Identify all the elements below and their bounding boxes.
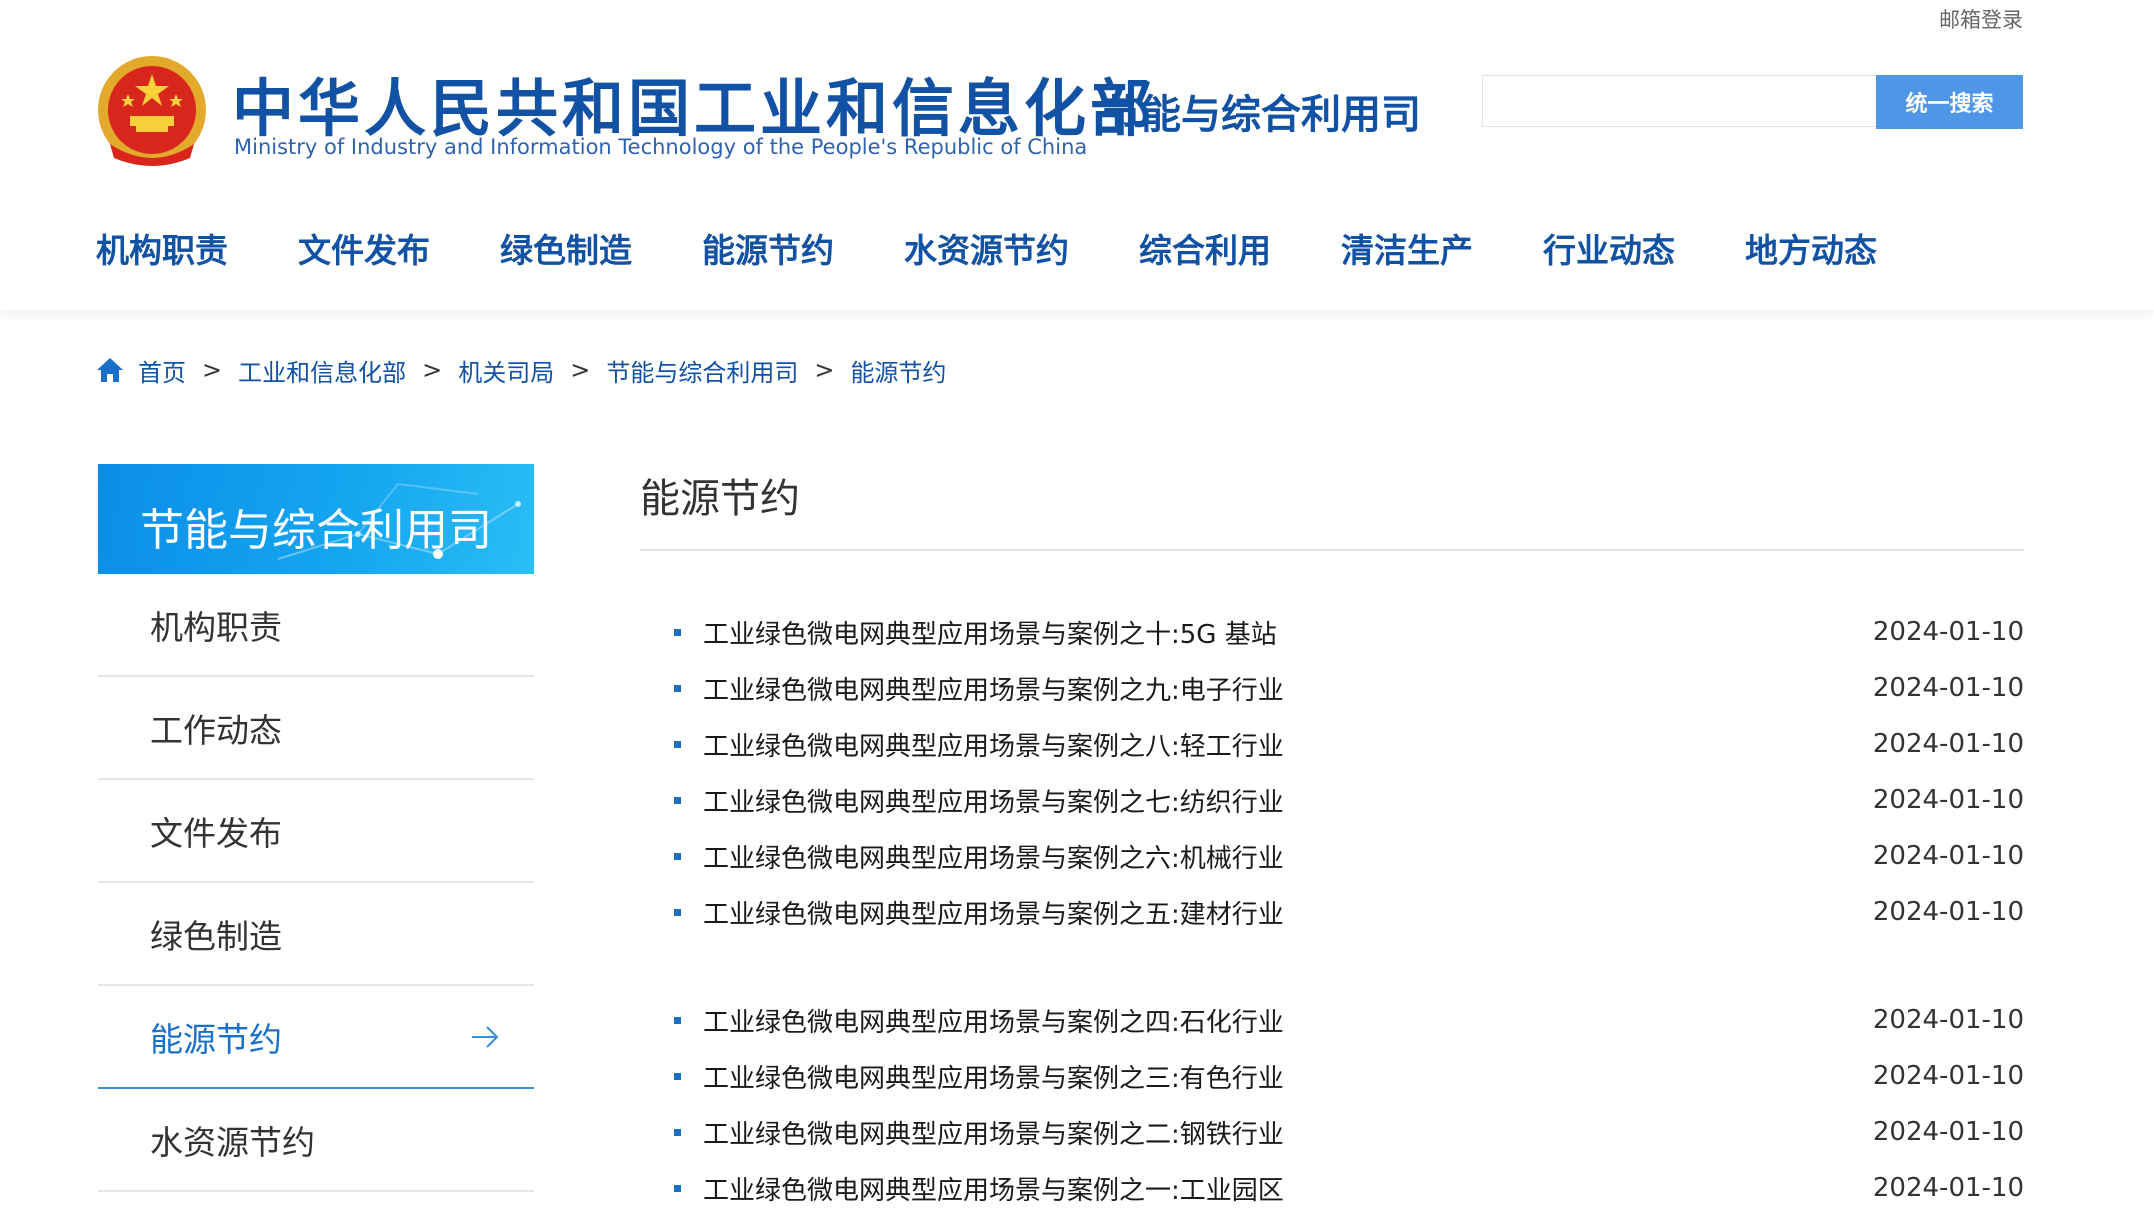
- breadcrumb-departments[interactable]: 机关司局: [458, 353, 554, 388]
- article-title-link[interactable]: 工业绿色微电网典型应用场景与案例之五:建材行业: [703, 894, 1284, 931]
- article-title-link[interactable]: 工业绿色微电网典型应用场景与案例之七:纺织行业: [703, 782, 1284, 819]
- nav-item-clean-production[interactable]: 清洁生产: [1341, 226, 1473, 276]
- list-item[interactable]: 工业绿色微电网典型应用场景与案例之三:有色行业 2024-01-10: [640, 1056, 2024, 1096]
- bullet-icon: [674, 908, 681, 916]
- article-title-link[interactable]: 工业绿色微电网典型应用场景与案例之六:机械行业: [703, 838, 1284, 875]
- article-title-link[interactable]: 工业绿色微电网典型应用场景与案例之二:钢铁行业: [703, 1114, 1284, 1151]
- article-date: 2024-01-10: [1872, 729, 2024, 759]
- national-emblem-icon[interactable]: [96, 54, 208, 170]
- nav-item-energy-saving[interactable]: 能源节约: [702, 226, 834, 276]
- list-item[interactable]: 工业绿色微电网典型应用场景与案例之七:纺织行业 2024-01-10: [640, 780, 2024, 820]
- breadcrumb-ministry[interactable]: 工业和信息化部: [238, 353, 406, 388]
- bullet-icon: [674, 796, 681, 804]
- breadcrumb-separator: >: [814, 356, 835, 384]
- sidebar-item-energy-saving[interactable]: 能源节约: [98, 986, 534, 1089]
- list-item[interactable]: 工业绿色微电网典型应用场景与案例之八:轻工行业 2024-01-10: [640, 724, 2024, 764]
- nav-item-local-news[interactable]: 地方动态: [1745, 226, 1877, 276]
- sidebar-item-label: 工作动态: [150, 710, 282, 750]
- sidebar-item-label: 文件发布: [150, 813, 282, 853]
- sidebar-banner-title: 节能与综合利用司: [140, 505, 492, 556]
- sidebar-item-water-saving[interactable]: 水资源节约: [98, 1089, 534, 1192]
- article-title-link[interactable]: 工业绿色微电网典型应用场景与案例之三:有色行业: [703, 1058, 1284, 1095]
- sidebar-item-work-news[interactable]: 工作动态: [98, 677, 534, 780]
- department-title: 节能与综合利用司: [1101, 92, 1421, 138]
- nav-item-documents[interactable]: 文件发布: [298, 226, 430, 276]
- breadcrumb-current[interactable]: 能源节约: [850, 353, 946, 388]
- bullet-icon: [674, 1016, 681, 1024]
- article-date: 2024-01-10: [1872, 897, 2024, 927]
- nav-item-water-saving[interactable]: 水资源节约: [904, 226, 1069, 276]
- article-title-link[interactable]: 工业绿色微电网典型应用场景与案例之四:石化行业: [703, 1002, 1284, 1039]
- list-item[interactable]: 工业绿色微电网典型应用场景与案例之九:电子行业 2024-01-10: [640, 668, 2024, 708]
- breadcrumb-home[interactable]: 首页: [138, 353, 186, 388]
- sidebar-item-label: 机构职责: [150, 607, 282, 647]
- bullet-icon: [674, 852, 681, 860]
- breadcrumb-separator: >: [570, 356, 591, 384]
- breadcrumb-separator: >: [422, 356, 443, 384]
- sidebar-item-label: 绿色制造: [150, 916, 282, 956]
- list-item[interactable]: 工业绿色微电网典型应用场景与案例之五:建材行业 2024-01-10: [640, 892, 2024, 932]
- article-title-link[interactable]: 工业绿色微电网典型应用场景与案例之八:轻工行业: [703, 726, 1284, 763]
- nav-item-institution-duties[interactable]: 机构职责: [96, 226, 228, 276]
- mail-login-link[interactable]: 邮箱登录: [1939, 4, 2023, 34]
- article-date: 2024-01-10: [1872, 785, 2024, 815]
- article-title-link[interactable]: 工业绿色微电网典型应用场景与案例之九:电子行业: [703, 670, 1284, 707]
- nav-item-industry-news[interactable]: 行业动态: [1543, 226, 1675, 276]
- sidebar-item-green-manufacturing[interactable]: 绿色制造: [98, 883, 534, 986]
- search-input[interactable]: [1482, 75, 1876, 127]
- bullet-icon: [674, 628, 681, 636]
- article-date: 2024-01-10: [1872, 1005, 2024, 1035]
- list-item[interactable]: 工业绿色微电网典型应用场景与案例之四:石化行业 2024-01-10: [640, 1000, 2024, 1040]
- article-date: 2024-01-10: [1872, 673, 2024, 703]
- article-date: 2024-01-10: [1872, 1061, 2024, 1091]
- breadcrumb-separator: >: [202, 356, 223, 384]
- sidebar-menu: 机构职责 工作动态 文件发布 绿色制造 能源节约 水资源节约: [98, 574, 534, 1192]
- site-header: 邮箱登录 中华人民共和国工业和信息化部 Ministry of Industry…: [0, 0, 2154, 310]
- article-date: 2024-01-10: [1872, 1173, 2024, 1203]
- article-title-link[interactable]: 工业绿色微电网典型应用场景与案例之十:5G 基站: [703, 614, 1277, 651]
- nav-item-comprehensive-utilization[interactable]: 综合利用: [1139, 226, 1271, 276]
- list-item[interactable]: 工业绿色微电网典型应用场景与案例之二:钢铁行业 2024-01-10: [640, 1112, 2024, 1152]
- site-title-en: Ministry of Industry and Information Tec…: [234, 135, 1088, 159]
- sidebar-item-label: 水资源节约: [150, 1122, 315, 1162]
- main-nav: 机构职责 文件发布 绿色制造 能源节约 水资源节约 综合利用 清洁生产 行业动态…: [96, 226, 1947, 276]
- article-date: 2024-01-10: [1872, 617, 2024, 647]
- title-divider: [640, 549, 2024, 551]
- arrow-right-icon: [472, 1026, 499, 1048]
- list-item[interactable]: 工业绿色微电网典型应用场景与案例之六:机械行业 2024-01-10: [640, 836, 2024, 876]
- article-date: 2024-01-10: [1872, 1117, 2024, 1147]
- list-item[interactable]: 工业绿色微电网典型应用场景与案例之一:工业园区 2024-01-10: [640, 1168, 2024, 1208]
- home-icon[interactable]: [96, 357, 124, 383]
- search-button[interactable]: 统一搜索: [1876, 75, 2023, 129]
- sidebar-item-label: 能源节约: [150, 1019, 282, 1059]
- bullet-icon: [674, 1072, 681, 1080]
- breadcrumb: 首页 > 工业和信息化部 > 机关司局 > 节能与综合利用司 > 能源节约: [96, 350, 946, 390]
- bullet-icon: [674, 684, 681, 692]
- bullet-icon: [674, 1184, 681, 1192]
- article-date: 2024-01-10: [1872, 841, 2024, 871]
- nav-item-green-manufacturing[interactable]: 绿色制造: [500, 226, 632, 276]
- article-title-link[interactable]: 工业绿色微电网典型应用场景与案例之一:工业园区: [703, 1170, 1284, 1207]
- list-item[interactable]: 工业绿色微电网典型应用场景与案例之十:5G 基站 2024-01-10: [640, 612, 2024, 652]
- breadcrumb-department[interactable]: 节能与综合利用司: [606, 353, 798, 388]
- bullet-icon: [674, 1128, 681, 1136]
- bullet-icon: [674, 740, 681, 748]
- page-title: 能源节约: [640, 476, 800, 522]
- sidebar-item-institution-duties[interactable]: 机构职责: [98, 574, 534, 677]
- sidebar-item-documents[interactable]: 文件发布: [98, 780, 534, 883]
- sidebar-banner: 节能与综合利用司: [98, 464, 534, 574]
